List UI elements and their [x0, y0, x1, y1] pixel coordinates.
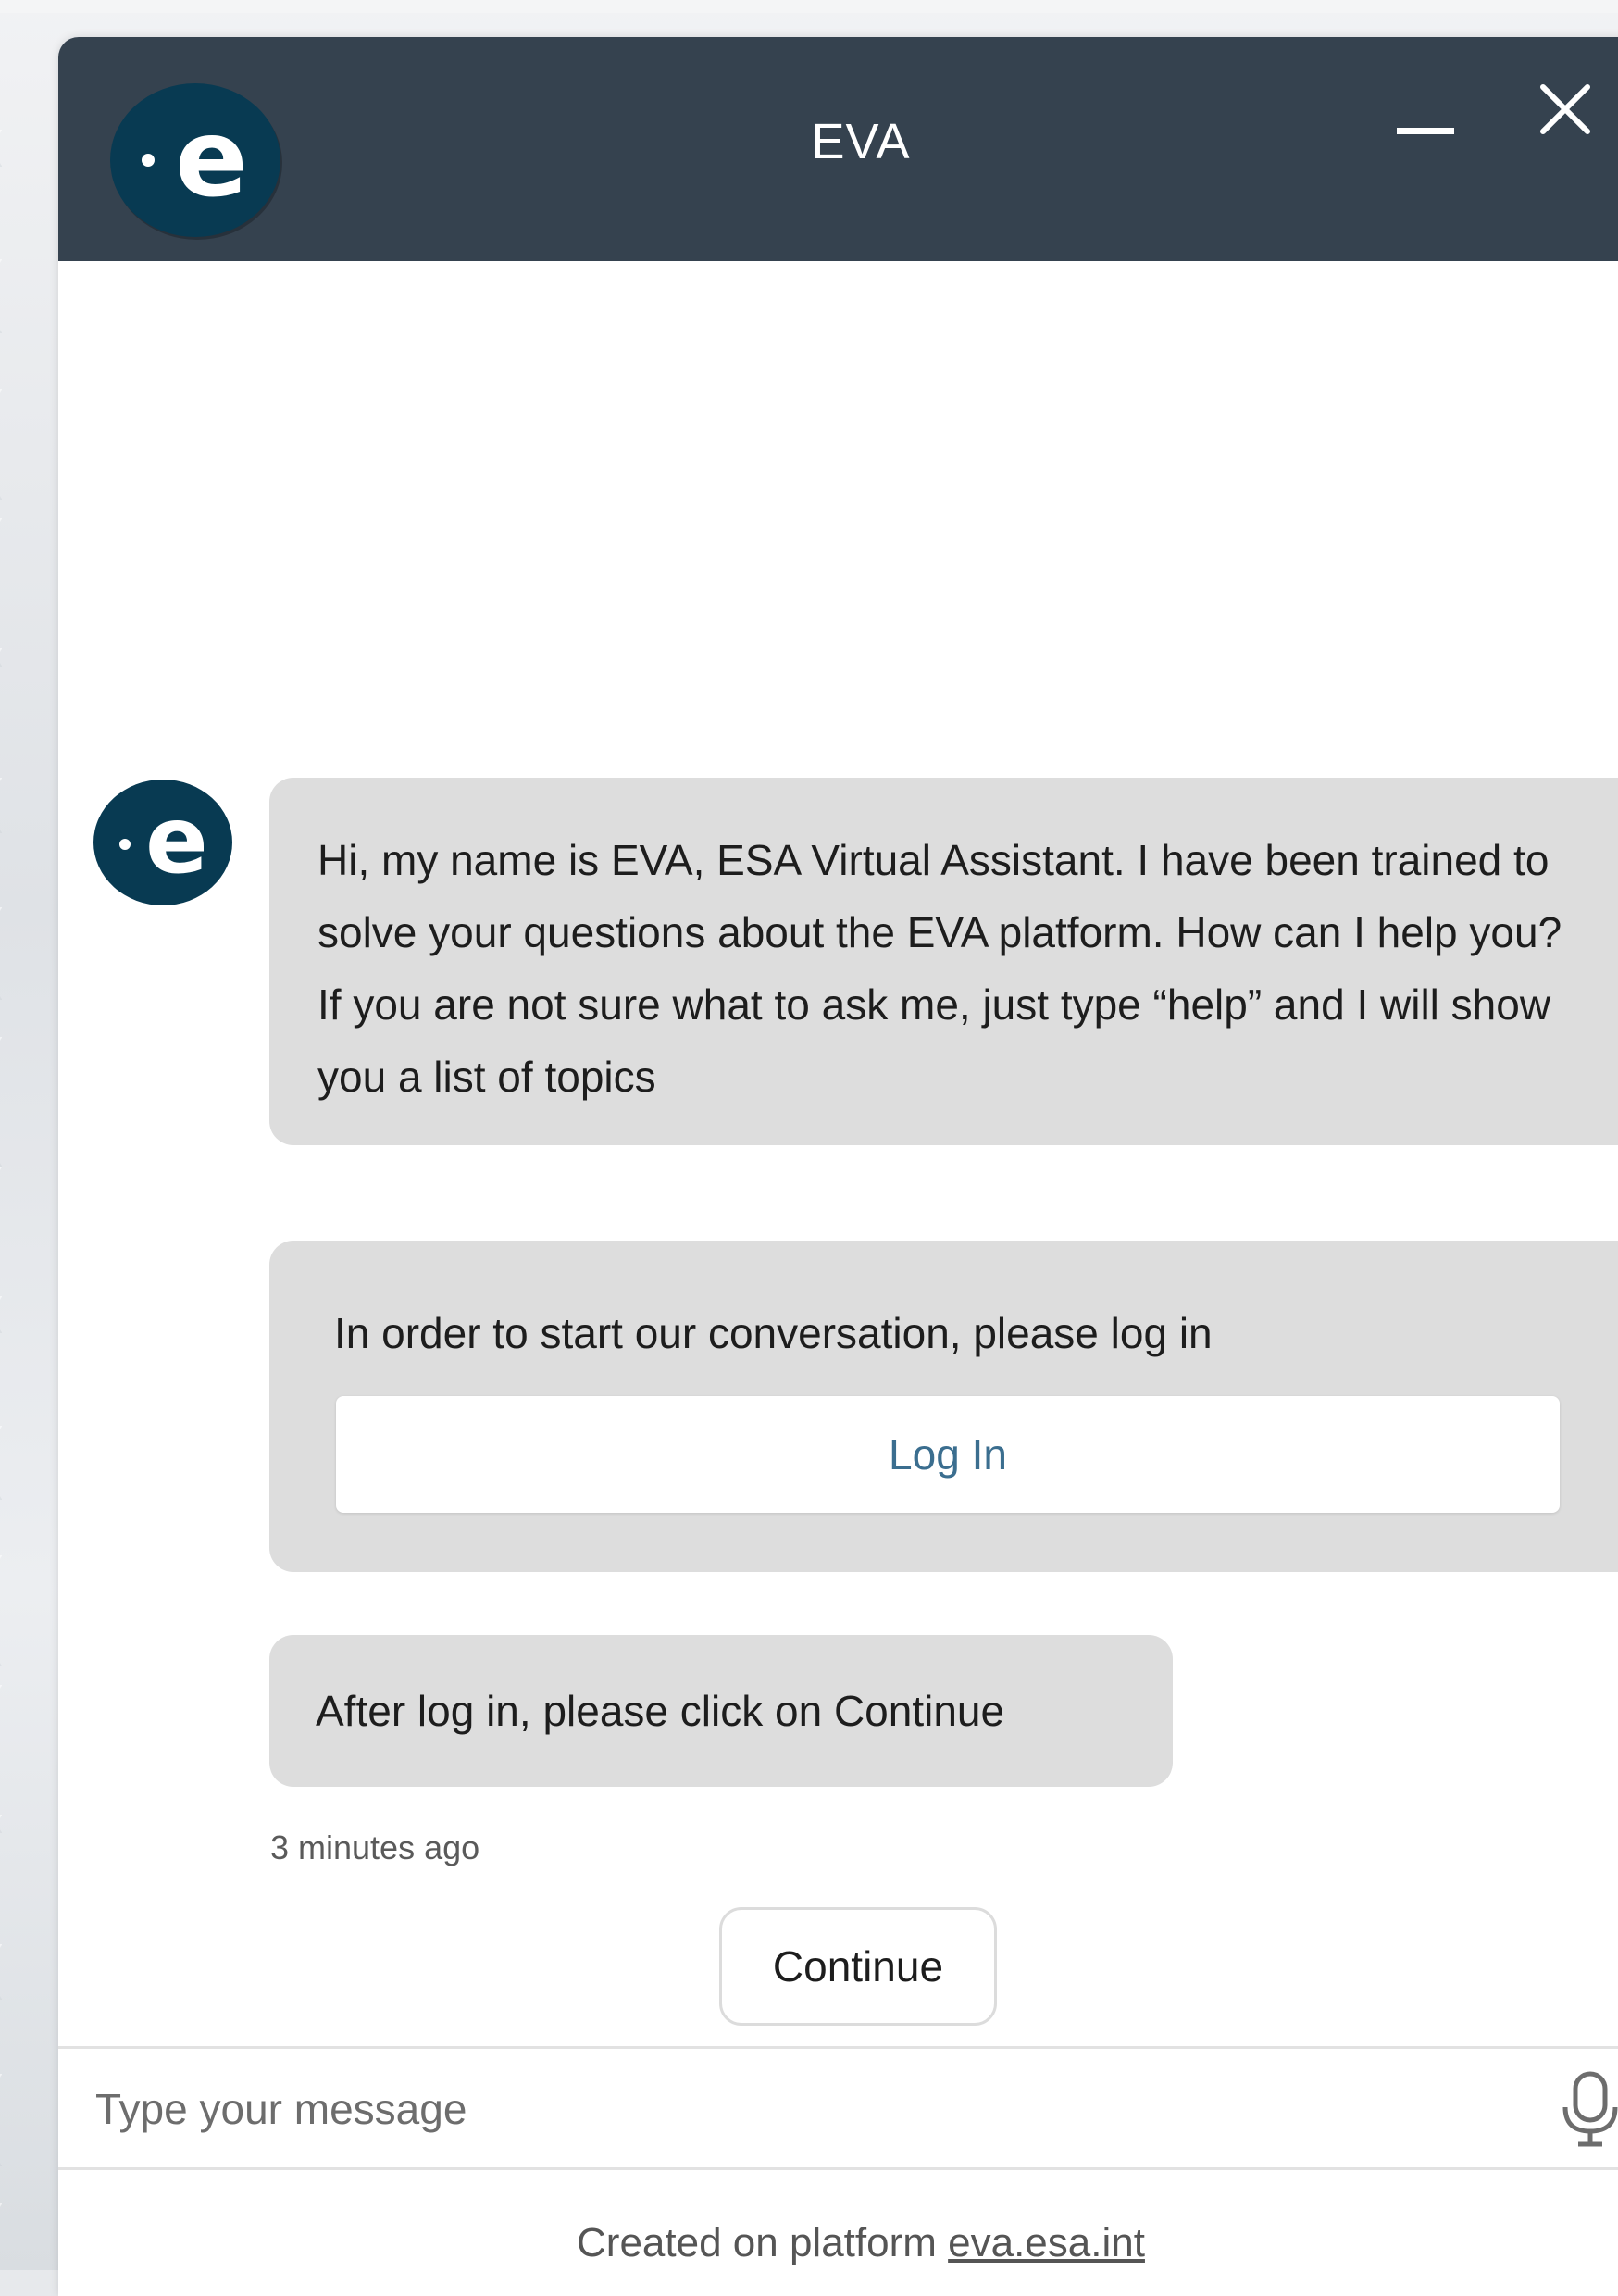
microphone-button[interactable]	[1558, 2070, 1618, 2148]
bot-message-login: In order to start our conversation, plea…	[269, 1241, 1618, 1572]
footer: Created on platform eva.esa.int	[58, 2220, 1618, 2266]
log-in-button[interactable]: Log In	[336, 1396, 1560, 1513]
footer-divider	[58, 2167, 1618, 2170]
close-icon	[1540, 84, 1590, 134]
continue-button[interactable]: Continue	[719, 1907, 997, 2026]
microphone-icon	[1562, 2071, 1618, 2147]
bot-message-continue: After log in, please click on Continue	[269, 1635, 1173, 1787]
platform-link[interactable]: eva.esa.int	[948, 2220, 1145, 2265]
chat-title: EVA	[811, 114, 911, 169]
bot-message-greeting: Hi, my name is EVA, ESA Virtual Assistan…	[269, 778, 1618, 1145]
chat-widget: e EVA e Hi, my name is EVA, ESA Virtual …	[58, 37, 1618, 2296]
message-text: Hi, my name is EVA, ESA Virtual Assistan…	[317, 836, 1562, 1101]
message-text: In order to start our conversation, plea…	[334, 1309, 1213, 1357]
minimize-button[interactable]	[1397, 113, 1456, 150]
page-top-strip	[0, 0, 1618, 13]
message-text: After log in, please click on Continue	[316, 1687, 1005, 1735]
minimize-icon	[1397, 128, 1454, 134]
composer-divider	[58, 2046, 1618, 2049]
footer-prefix: Created on platform	[577, 2220, 937, 2265]
message-timestamp: 3 minutes ago	[270, 1828, 480, 1866]
message-input[interactable]	[95, 2065, 1521, 2153]
bot-avatar: e	[93, 780, 232, 905]
close-button[interactable]	[1536, 80, 1595, 139]
chat-header: e EVA	[58, 37, 1618, 261]
